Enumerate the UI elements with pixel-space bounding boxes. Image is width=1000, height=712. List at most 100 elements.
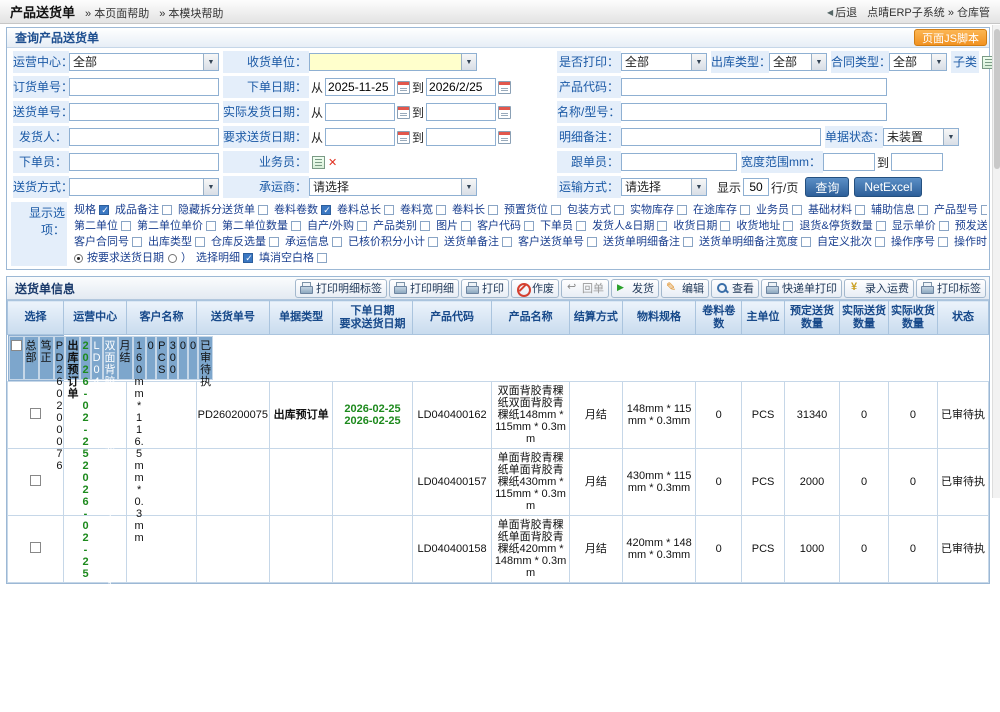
width-min-input[interactable] [823, 153, 875, 171]
option-label[interactable]: 收货日期 [673, 218, 717, 234]
calendar-icon[interactable] [397, 131, 410, 144]
option-checkbox[interactable] [551, 205, 561, 215]
option-checkbox[interactable] [981, 205, 987, 215]
option-label[interactable]: 操作时分 [954, 234, 987, 250]
option-label[interactable]: 自定义批次 [817, 234, 872, 250]
carrier-select[interactable]: 请选择 [309, 178, 477, 196]
option-label[interactable]: 卷料总长 [337, 202, 381, 218]
option-label[interactable]: 送货单明细备注宽度 [699, 234, 798, 250]
option-label[interactable]: 在途库存 [693, 202, 737, 218]
option-label[interactable]: 第二单位 [74, 218, 118, 234]
page-help-link[interactable]: » 本页面帮助 [85, 5, 149, 21]
row-checkbox[interactable] [11, 340, 22, 351]
option-checkbox[interactable] [121, 221, 131, 231]
option-checkbox[interactable] [938, 237, 948, 247]
option-label[interactable]: 已核价积分小计 [348, 234, 425, 250]
outbound-type-select[interactable]: 全部 [769, 53, 827, 71]
option-label[interactable]: 客户合同号 [74, 234, 129, 250]
order-person-input[interactable] [69, 153, 219, 171]
option-label[interactable]: 产品类别 [373, 218, 417, 234]
option-label[interactable]: 基础材料 [808, 202, 852, 218]
option-checkbox[interactable] [132, 237, 142, 247]
option-label[interactable]: 产品型号 [934, 202, 978, 218]
option-checkbox[interactable] [587, 237, 597, 247]
option-checkbox[interactable] [875, 237, 885, 247]
calendar-icon[interactable] [397, 106, 410, 119]
option-label[interactable]: 出库类型 [148, 234, 192, 250]
option-checkbox[interactable] [801, 237, 811, 247]
option-checkbox[interactable] [243, 253, 253, 263]
option-checkbox[interactable] [918, 205, 928, 215]
option-label[interactable]: 选择明细 [196, 250, 240, 266]
option-checkbox[interactable] [740, 205, 750, 215]
option-radio[interactable] [74, 254, 83, 263]
option-checkbox[interactable] [939, 221, 949, 231]
order-number-input[interactable] [69, 78, 219, 96]
option-label[interactable]: 卷料长 [452, 202, 485, 218]
option-label[interactable]: 客户代码 [477, 218, 521, 234]
product-code-input[interactable] [621, 78, 887, 96]
option-label[interactable]: 下单员 [540, 218, 573, 234]
ship-button[interactable]: 发货 [611, 279, 659, 298]
option-label[interactable]: 辅助信息 [871, 202, 915, 218]
option-checkbox[interactable] [720, 221, 730, 231]
option-checkbox[interactable] [614, 205, 624, 215]
actual-ship-to-input[interactable] [426, 103, 496, 121]
receipt-button[interactable]: 回单 [561, 279, 609, 298]
option-label[interactable]: 成品备注 [115, 202, 159, 218]
option-checkbox[interactable] [162, 205, 172, 215]
printed-select[interactable]: 全部 [621, 53, 707, 71]
follow-person-input[interactable] [621, 153, 737, 171]
option-label[interactable]: 第二单位数量 [222, 218, 288, 234]
option-checkbox[interactable] [683, 237, 693, 247]
option-radio[interactable] [168, 254, 177, 263]
option-label[interactable]: 填消空白格 [259, 250, 314, 266]
vertical-scrollbar[interactable] [992, 25, 1000, 498]
option-label[interactable]: 规格 [74, 202, 96, 218]
option-checkbox[interactable] [269, 237, 279, 247]
delivery-method-select[interactable] [69, 178, 219, 196]
option-label[interactable]: 第二单位单价 [137, 218, 203, 234]
option-checkbox[interactable] [317, 253, 327, 263]
option-label[interactable]: 显示单价 [892, 218, 936, 234]
option-checkbox[interactable] [461, 221, 471, 231]
row-checkbox[interactable] [30, 475, 41, 486]
option-checkbox[interactable] [428, 237, 438, 247]
calendar-icon[interactable] [498, 106, 511, 119]
option-checkbox[interactable] [258, 205, 268, 215]
option-label[interactable]: 预置货位 [504, 202, 548, 218]
void-button[interactable]: 作废 [511, 279, 559, 298]
module-help-link[interactable]: » 本模块帮助 [159, 5, 223, 21]
name-model-input[interactable] [621, 103, 887, 121]
doc-status-select[interactable]: 未装置 [883, 128, 959, 146]
option-label[interactable]: 仓库反选量 [211, 234, 266, 250]
print-detail-tag-button[interactable]: 打印明细标签 [295, 279, 387, 298]
option-checkbox[interactable] [657, 221, 667, 231]
transport-select[interactable]: 请选择 [621, 178, 707, 196]
required-date-from-input[interactable] [325, 128, 395, 146]
actual-ship-from-input[interactable] [325, 103, 395, 121]
salesman-clear-icon[interactable] [328, 155, 337, 169]
scrollbar-thumb[interactable] [994, 29, 1000, 169]
option-checkbox[interactable] [783, 221, 793, 231]
option-label[interactable]: 送货单明细备注 [603, 234, 680, 250]
row-checkbox[interactable] [30, 408, 41, 419]
option-checkbox[interactable] [357, 221, 367, 231]
print-detail-button[interactable]: 打印明细 [389, 279, 459, 298]
option-checkbox[interactable] [488, 205, 498, 215]
print-button[interactable]: 打印 [461, 279, 509, 298]
option-label[interactable]: 操作序号 [891, 234, 935, 250]
salesman-picker-icon[interactable] [312, 156, 325, 169]
calendar-icon[interactable] [498, 81, 511, 94]
option-label[interactable]: 预发送金额 [955, 218, 987, 234]
contract-type-select[interactable]: 全部 [889, 53, 947, 71]
option-checkbox[interactable] [876, 221, 886, 231]
detail-note-input[interactable] [621, 128, 821, 146]
option-label[interactable]: 实物库存 [630, 202, 674, 218]
option-checkbox[interactable] [524, 221, 534, 231]
option-label[interactable]: 发货人&日期 [592, 218, 654, 234]
delivery-number-input[interactable] [69, 103, 219, 121]
page-js-script-button[interactable]: 页面JS脚本 [914, 29, 987, 46]
option-label[interactable]: 隐藏拆分送货单 [178, 202, 255, 218]
option-checkbox[interactable] [436, 205, 446, 215]
